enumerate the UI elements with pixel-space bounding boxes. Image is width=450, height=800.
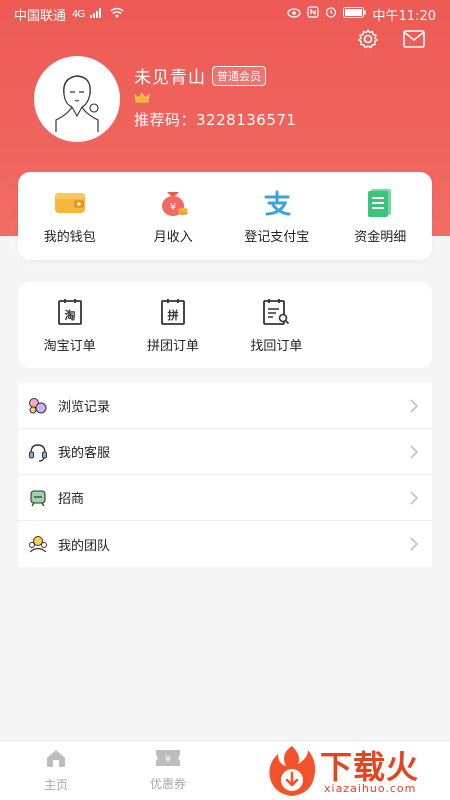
wallet-label: 我的钱包 <box>43 229 96 245</box>
username: 未见青山 <box>134 68 206 88</box>
group-order-icon: 拼 <box>157 297 189 327</box>
status-bar: 中国联通 4G 中午11:20 <box>0 0 450 28</box>
avatar[interactable] <box>34 56 120 142</box>
eye-icon <box>286 7 301 22</box>
nav-coupon-label: 优惠券 <box>149 777 186 791</box>
profile-info: 未见青山 普通会员 推荐码：3228136571 <box>134 63 296 130</box>
find-order-icon <box>260 297 292 327</box>
chevron-right-icon <box>408 398 420 413</box>
money-bag-icon: ¥ <box>157 188 189 218</box>
nav-home[interactable]: 主页 <box>0 741 112 800</box>
alarm-icon <box>325 6 337 22</box>
taobao-order-label: 淘宝订单 <box>43 338 96 354</box>
flame-icon <box>264 742 320 798</box>
quick-actions-card: 我的钱包 ¥ 月收入 登记支付宝 资金明细 <box>18 172 432 260</box>
list-item-merchant[interactable]: 招商 <box>18 475 432 521</box>
svg-text:拼: 拼 <box>167 308 178 322</box>
home-icon <box>45 748 67 772</box>
signal-icon <box>90 7 104 22</box>
coupon-icon: ¥ <box>155 749 181 771</box>
crown-icon <box>134 91 296 105</box>
merchant-icon <box>28 488 48 508</box>
nfc-icon <box>306 6 319 22</box>
nav-coupon[interactable]: ¥ 优惠券 <box>112 741 224 800</box>
list-item-label: 我的团队 <box>58 538 111 554</box>
fund-details-button[interactable]: 资金明细 <box>329 172 433 260</box>
monthly-income-label: 月收入 <box>153 229 193 245</box>
taobao-order-button[interactable]: 淘 淘宝订单 <box>18 282 121 368</box>
message-icon[interactable] <box>402 28 426 50</box>
alipay-icon <box>261 188 293 218</box>
list-item-label: 招商 <box>58 492 85 507</box>
carrier-label: 中国联通 <box>14 8 67 24</box>
svg-text:淘: 淘 <box>64 308 75 322</box>
wallet-icon <box>54 188 86 218</box>
ledger-icon <box>364 188 396 218</box>
battery-icon <box>342 6 367 22</box>
watermark-logo: 下载火 xiazaihuo.com <box>262 740 450 800</box>
wifi-icon <box>110 7 124 22</box>
monthly-income-button[interactable]: ¥ 月收入 <box>122 172 226 260</box>
orders-card: 淘 淘宝订单 拼 拼团订单 找回订单 <box>18 282 432 368</box>
settings-icon[interactable] <box>356 28 380 50</box>
referral-row: 推荐码：3228136571 <box>134 109 296 130</box>
taobao-order-icon: 淘 <box>54 297 86 327</box>
list-item-team[interactable]: 我的团队 <box>18 521 432 567</box>
chevron-right-icon <box>408 537 420 551</box>
list-item-label: 浏览记录 <box>58 400 111 415</box>
member-level-badge: 普通会员 <box>212 65 266 86</box>
svg-text:¥: ¥ <box>165 755 171 765</box>
menu-list: 浏览记录 我的客服 招商 我的团队 <box>18 383 432 567</box>
network-label: 4G <box>72 8 85 20</box>
nav-home-label: 主页 <box>43 778 68 792</box>
referral-code[interactable]: 3228136571 <box>196 111 296 129</box>
register-alipay-label: 登记支付宝 <box>244 229 310 245</box>
group-order-label: 拼团订单 <box>146 338 199 354</box>
list-item-customer-service[interactable]: 我的客服 <box>18 429 432 475</box>
headset-icon <box>28 442 48 462</box>
list-item-label: 我的客服 <box>58 446 111 461</box>
watermark-subtitle: xiazaihuo.com <box>324 782 417 795</box>
find-order-label: 找回订单 <box>250 338 303 354</box>
chevron-right-icon <box>408 490 420 505</box>
team-icon <box>28 534 48 554</box>
list-item-history[interactable]: 浏览记录 <box>18 383 432 429</box>
find-order-button[interactable]: 找回订单 <box>225 282 328 368</box>
wallet-button[interactable]: 我的钱包 <box>18 172 122 260</box>
clock-label: 中午11:20 <box>372 8 436 24</box>
svg-text:¥: ¥ <box>170 202 176 213</box>
chevron-right-icon <box>408 444 420 459</box>
fund-details-label: 资金明细 <box>354 229 407 245</box>
register-alipay-button[interactable]: 登记支付宝 <box>225 172 329 260</box>
history-icon <box>28 396 48 416</box>
group-order-button[interactable]: 拼 拼团订单 <box>121 282 224 368</box>
referral-label: 推荐码： <box>134 111 197 129</box>
